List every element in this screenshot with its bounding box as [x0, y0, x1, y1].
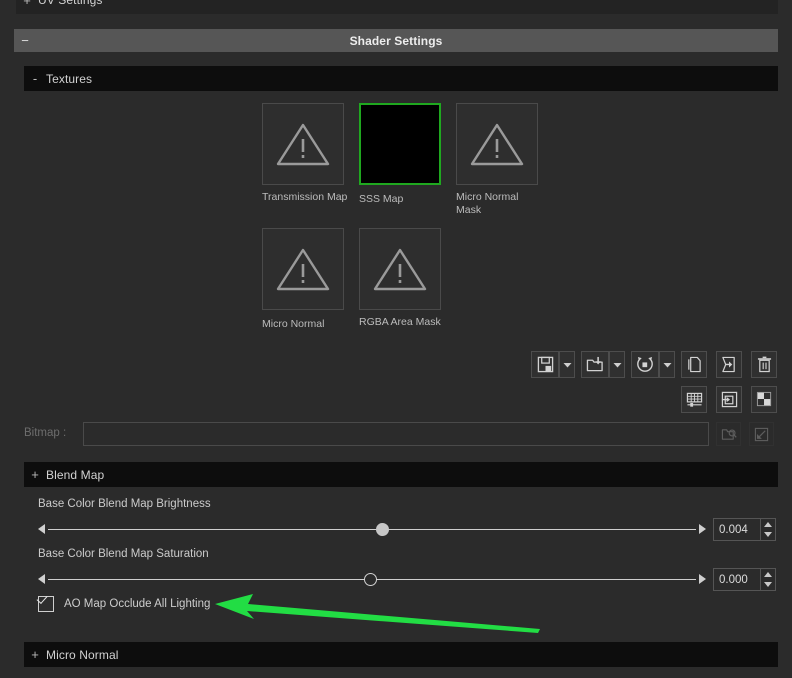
- checkerboard-icon: [756, 391, 771, 407]
- pick-bitmap-button[interactable]: [749, 422, 774, 446]
- slider-left-arrow-icon[interactable]: [38, 524, 45, 534]
- section-header-shader-settings[interactable]: − Shader Settings: [14, 29, 778, 52]
- browse-bitmap-button[interactable]: [716, 422, 741, 446]
- shader-settings-panel: + UV Settings − Shader Settings - Textur…: [0, 0, 792, 678]
- shader-settings-collapse-toggle[interactable]: −: [14, 34, 36, 47]
- warning-triangle-icon: [276, 248, 330, 291]
- texture-slot-label: Micro Normal: [262, 318, 325, 330]
- uv-settings-expand-toggle[interactable]: +: [16, 0, 38, 7]
- saturation-spinner[interactable]: [761, 568, 776, 591]
- slider-track[interactable]: [48, 529, 696, 530]
- trash-can-icon: [757, 356, 771, 373]
- warning-triangle-icon: [276, 123, 330, 166]
- brightness-spinner[interactable]: [761, 518, 776, 541]
- spinner-up-icon[interactable]: [764, 571, 772, 577]
- section-header-blend-map[interactable]: + Blend Map: [24, 462, 778, 487]
- blend-map-label: Blend Map: [46, 467, 105, 482]
- texture-slot-label: Transmission Map: [262, 191, 348, 203]
- saturation-slider[interactable]: [38, 571, 706, 589]
- paste-button[interactable]: [716, 351, 742, 378]
- ao-map-occlude-checkbox[interactable]: [36, 592, 54, 612]
- texture-slot-label: RGBA Area Mask: [359, 316, 441, 328]
- chevron-down-icon: [613, 362, 621, 367]
- section-header-micro-normal[interactable]: + Micro Normal: [24, 642, 778, 667]
- tiling-button[interactable]: [681, 386, 707, 413]
- slider-handle[interactable]: [376, 523, 389, 536]
- warning-triangle-icon: [373, 248, 427, 291]
- texture-slot-label: SSS Map: [359, 193, 404, 205]
- shader-settings-title: Shader Settings: [349, 33, 443, 48]
- section-header-textures[interactable]: - Textures: [24, 66, 778, 91]
- textures-collapse-toggle[interactable]: -: [24, 72, 46, 85]
- ao-map-occlude-label: AO Map Occlude All Lighting: [64, 598, 211, 610]
- micro-normal-label: Micro Normal: [46, 647, 119, 662]
- save-dropdown-button[interactable]: [559, 351, 575, 378]
- texture-slot-sss-map[interactable]: SSS Map: [359, 103, 441, 206]
- assign-button[interactable]: [716, 386, 742, 413]
- texture-slot-transmission-map[interactable]: Transmission Map: [262, 103, 347, 204]
- texture-slot-micro-normal[interactable]: Micro Normal: [262, 228, 344, 331]
- warning-triangle-icon: [470, 123, 524, 166]
- chevron-down-icon: [563, 362, 571, 367]
- brightness-slider[interactable]: [38, 521, 706, 539]
- reload-button[interactable]: [631, 351, 659, 378]
- slider-handle[interactable]: [364, 573, 377, 586]
- slider-right-arrow-icon[interactable]: [699, 524, 706, 534]
- chevron-down-icon: [663, 362, 671, 367]
- brightness-label: Base Color Blend Map Brightness: [38, 498, 211, 510]
- saturation-value-field[interactable]: 0.000: [713, 568, 761, 591]
- ao-map-occlude-checkbox-row[interactable]: AO Map Occlude All Lighting: [36, 592, 211, 612]
- save-button[interactable]: [531, 351, 559, 378]
- texture-slot-label: Micro Normal Mask: [456, 191, 519, 216]
- texture-slot-rgba-area-mask[interactable]: RGBA Area Mask: [359, 228, 441, 329]
- delete-button[interactable]: [751, 351, 777, 378]
- checkmark-icon: [36, 592, 48, 604]
- copy-pages-icon: [688, 356, 701, 373]
- spinner-down-icon[interactable]: [764, 582, 772, 588]
- checker-button[interactable]: [751, 386, 777, 413]
- texture-thumbnail[interactable]: [359, 228, 441, 310]
- arrow-into-box-icon: [754, 427, 769, 441]
- folder-search-icon: [721, 428, 737, 440]
- bitmap-input[interactable]: [83, 422, 709, 446]
- copy-button[interactable]: [681, 351, 707, 378]
- saturation-label: Base Color Blend Map Saturation: [38, 548, 209, 560]
- load-dropdown-button[interactable]: [609, 351, 625, 378]
- folder-import-icon: [586, 356, 603, 372]
- load-button[interactable]: [581, 351, 609, 378]
- reload-dropdown-button[interactable]: [659, 351, 675, 378]
- slider-left-arrow-icon[interactable]: [38, 574, 45, 584]
- spinner-up-icon[interactable]: [764, 521, 772, 527]
- refresh-circle-icon: [637, 356, 653, 372]
- texture-thumbnail[interactable]: [262, 228, 344, 310]
- texture-thumbnail[interactable]: [456, 103, 538, 185]
- micro-normal-expand-toggle[interactable]: +: [24, 648, 46, 661]
- uv-settings-label: UV Settings: [38, 0, 103, 7]
- import-arrow-icon: [722, 356, 735, 373]
- texture-thumbnail-selected[interactable]: [359, 103, 441, 185]
- texture-slot-micro-normal-mask[interactable]: Micro Normal Mask: [456, 103, 538, 216]
- spinner-down-icon[interactable]: [764, 532, 772, 538]
- texture-thumbnail[interactable]: [262, 103, 344, 185]
- bitmap-label: Bitmap :: [24, 427, 67, 439]
- slider-right-arrow-icon[interactable]: [699, 574, 706, 584]
- blend-map-expand-toggle[interactable]: +: [24, 468, 46, 481]
- section-header-uv-settings[interactable]: + UV Settings: [16, 0, 778, 14]
- brightness-value-field[interactable]: 0.004: [713, 518, 761, 541]
- grid-slider-icon: [686, 392, 702, 407]
- floppy-disk-icon: [537, 356, 553, 373]
- textures-label: Textures: [46, 71, 93, 86]
- box-arrow-in-icon: [721, 391, 737, 408]
